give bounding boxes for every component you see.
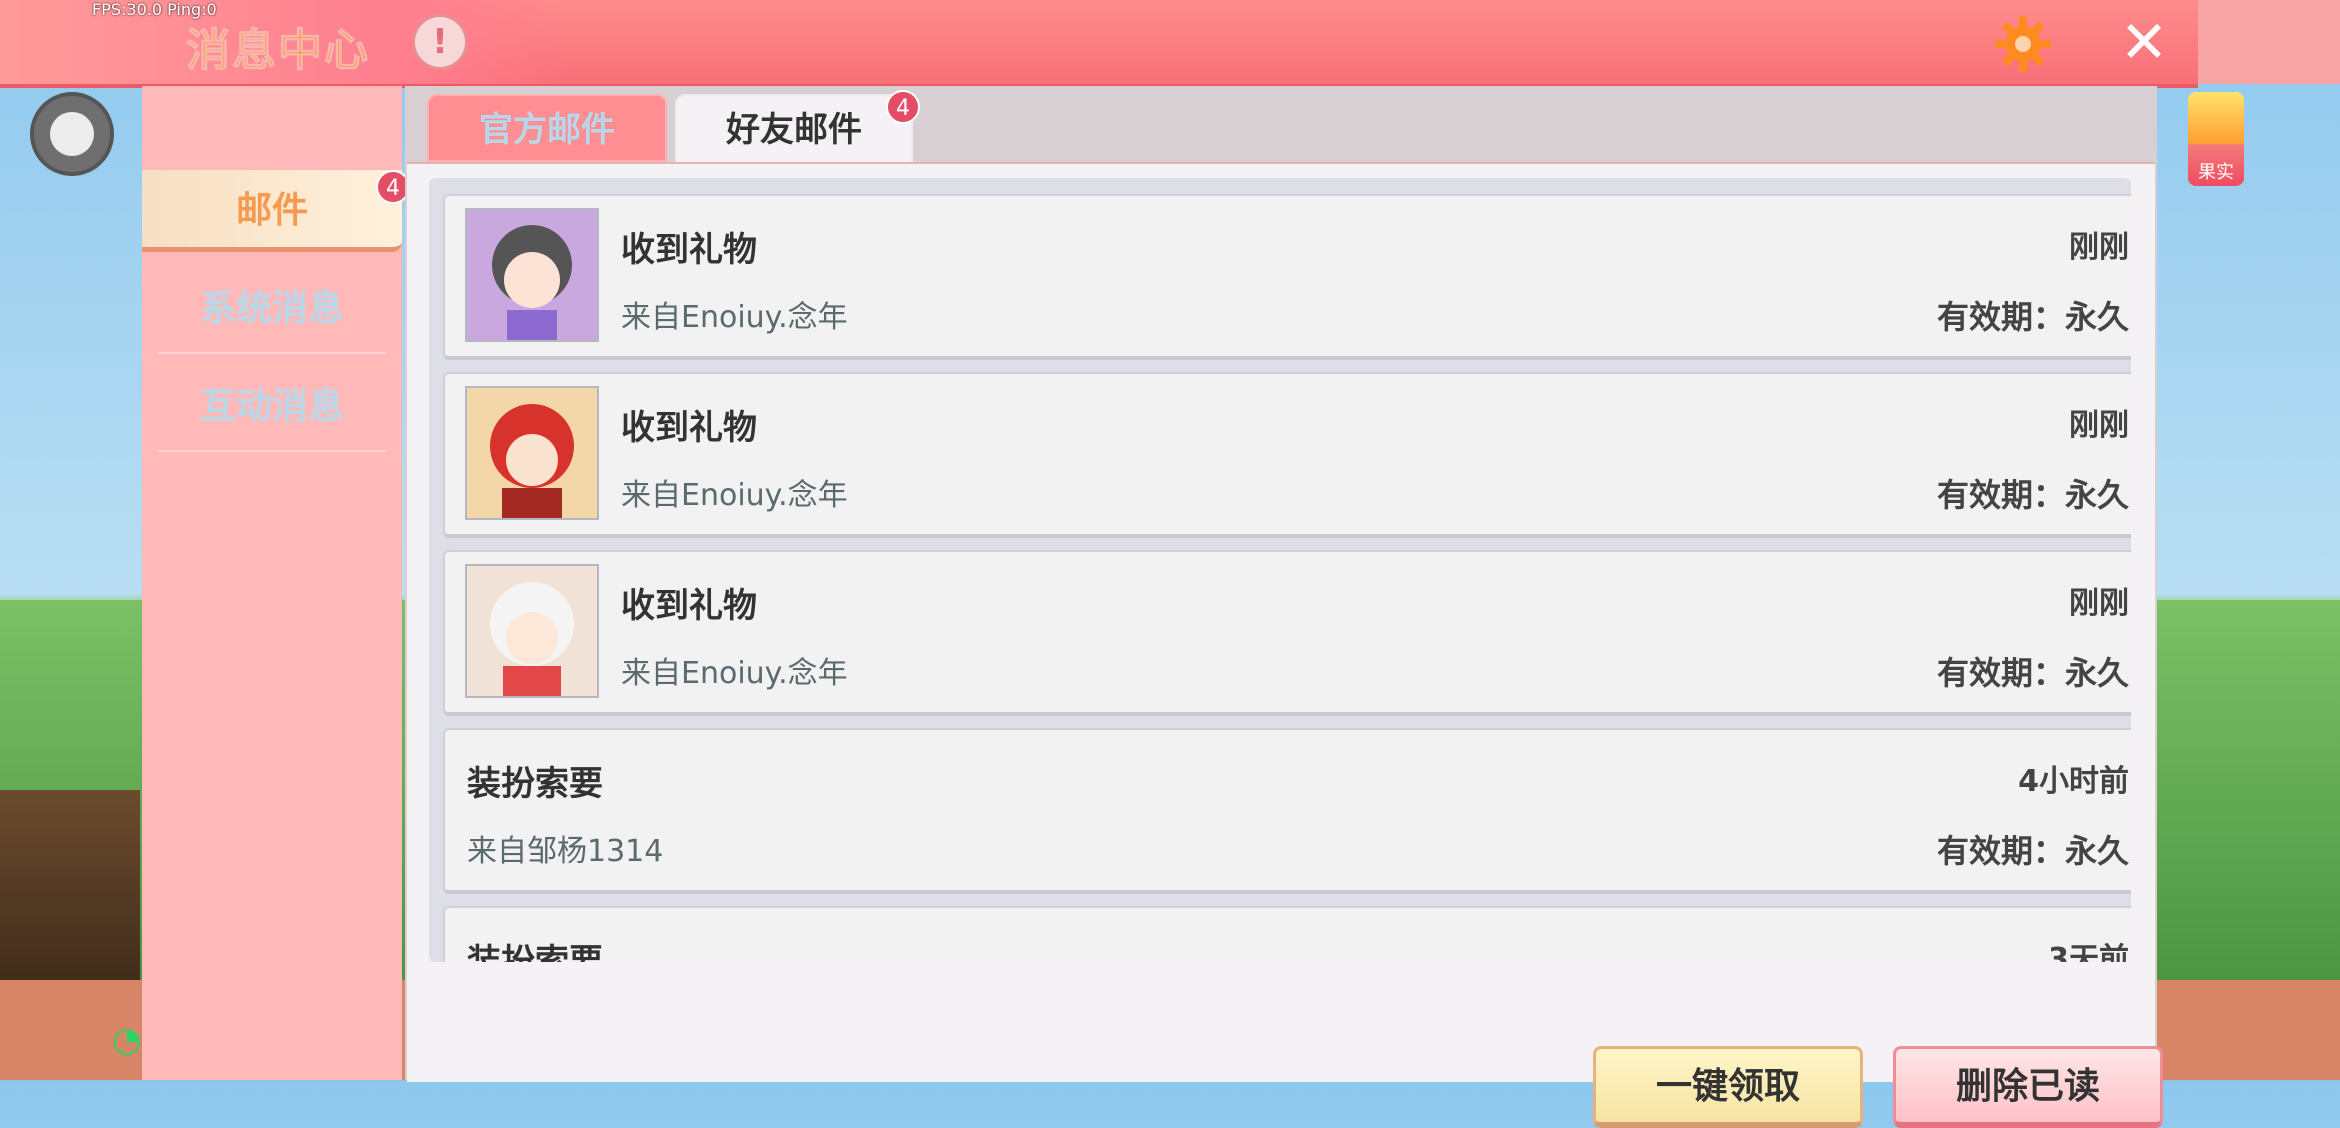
mail-sender: 来自Enoiuy.念年 xyxy=(621,656,848,691)
divider xyxy=(158,352,386,354)
mail-title: 收到礼物 xyxy=(621,408,757,448)
record-button[interactable] xyxy=(30,92,114,176)
mail-panel: 收到礼物 来自Enoiuy.念年 刚刚 有效期：永久 收到礼物 来自Enoiuy… xyxy=(407,162,2163,1128)
sidebar-item-label: 邮件 xyxy=(235,190,308,231)
mail-item[interactable]: 装扮索要 3天前 xyxy=(443,906,2131,962)
tab-official-mail[interactable]: 官方邮件 xyxy=(427,94,667,162)
mail-sender: 来自Enoiuy.念年 xyxy=(621,300,848,335)
divider xyxy=(158,450,386,452)
friend-mail-badge: 4 xyxy=(886,90,920,124)
header-bar: 消息中心 ! ✕ xyxy=(0,0,2198,88)
mail-time: 刚刚 xyxy=(2069,586,2129,621)
network-icon: ◔ xyxy=(112,1020,142,1060)
mail-time: 3天前 xyxy=(2048,942,2129,962)
fps-readout: FPS:30.0 Ping:0 xyxy=(92,0,217,19)
sidebar-item-interaction[interactable]: 互动消息 xyxy=(142,366,402,448)
background-blocks xyxy=(0,790,140,990)
mail-title: 收到礼物 xyxy=(621,586,757,626)
exclamation-icon[interactable]: ! xyxy=(412,14,468,70)
mail-title: 收到礼物 xyxy=(621,230,757,270)
fruit-shortcut-label: 果实 xyxy=(2198,162,2234,183)
sender-avatar xyxy=(465,386,599,520)
top-right-stub xyxy=(2198,0,2340,84)
sender-avatar xyxy=(465,208,599,342)
mail-item[interactable]: 装扮索要 来自邹杨1314 4小时前 有效期：永久 xyxy=(443,728,2131,894)
sidebar-item-label: 互动消息 xyxy=(199,386,344,427)
mail-time: 刚刚 xyxy=(2069,408,2129,443)
sender-avatar xyxy=(465,564,599,698)
fruit-shortcut[interactable]: 果实 xyxy=(2188,92,2244,186)
mail-expiry: 有效期：永久 xyxy=(1936,832,2129,870)
delete-read-button[interactable]: 删除已读 xyxy=(1893,1046,2163,1128)
sidebar-item-label: 系统消息 xyxy=(199,288,344,329)
mail-item[interactable]: 收到礼物 来自Enoiuy.念年 刚刚 有效期：永久 xyxy=(443,372,2131,538)
claim-all-button[interactable]: 一键领取 xyxy=(1593,1046,1863,1128)
page-title: 消息中心 xyxy=(186,25,370,77)
mail-content: 官方邮件 好友邮件 4 收到礼物 来自Enoiuy.念年 刚刚 有效期：永久 收… xyxy=(405,86,2163,1128)
mail-time: 4小时前 xyxy=(2018,764,2129,799)
mail-title: 装扮索要 xyxy=(467,764,603,804)
tab-friend-mail[interactable]: 好友邮件 xyxy=(675,94,913,166)
mail-item[interactable]: 收到礼物 来自Enoiuy.念年 刚刚 有效期：永久 xyxy=(443,550,2131,716)
close-icon[interactable]: ✕ xyxy=(2118,13,2170,71)
sidebar-item-system[interactable]: 系统消息 xyxy=(142,268,402,350)
mail-list[interactable]: 收到礼物 来自Enoiuy.念年 刚刚 有效期：永久 收到礼物 来自Enoiuy… xyxy=(429,178,2131,962)
mail-title: 装扮索要 xyxy=(467,942,603,962)
mail-expiry: 有效期：永久 xyxy=(1936,476,2129,514)
mail-sender: 来自Enoiuy.念年 xyxy=(621,478,848,513)
mail-item[interactable]: 收到礼物 来自Enoiuy.念年 刚刚 有效期：永久 xyxy=(443,194,2131,360)
gear-icon[interactable] xyxy=(1993,14,2053,74)
mail-expiry: 有效期：永久 xyxy=(1936,298,2129,336)
sidebar-item-mail[interactable]: 邮件 xyxy=(142,170,402,252)
mail-sender: 来自邹杨1314 xyxy=(467,834,664,869)
mail-time: 刚刚 xyxy=(2069,230,2129,265)
mail-expiry: 有效期：永久 xyxy=(1936,654,2129,692)
sidebar: 邮件 4 系统消息 互动消息 xyxy=(142,86,410,1080)
